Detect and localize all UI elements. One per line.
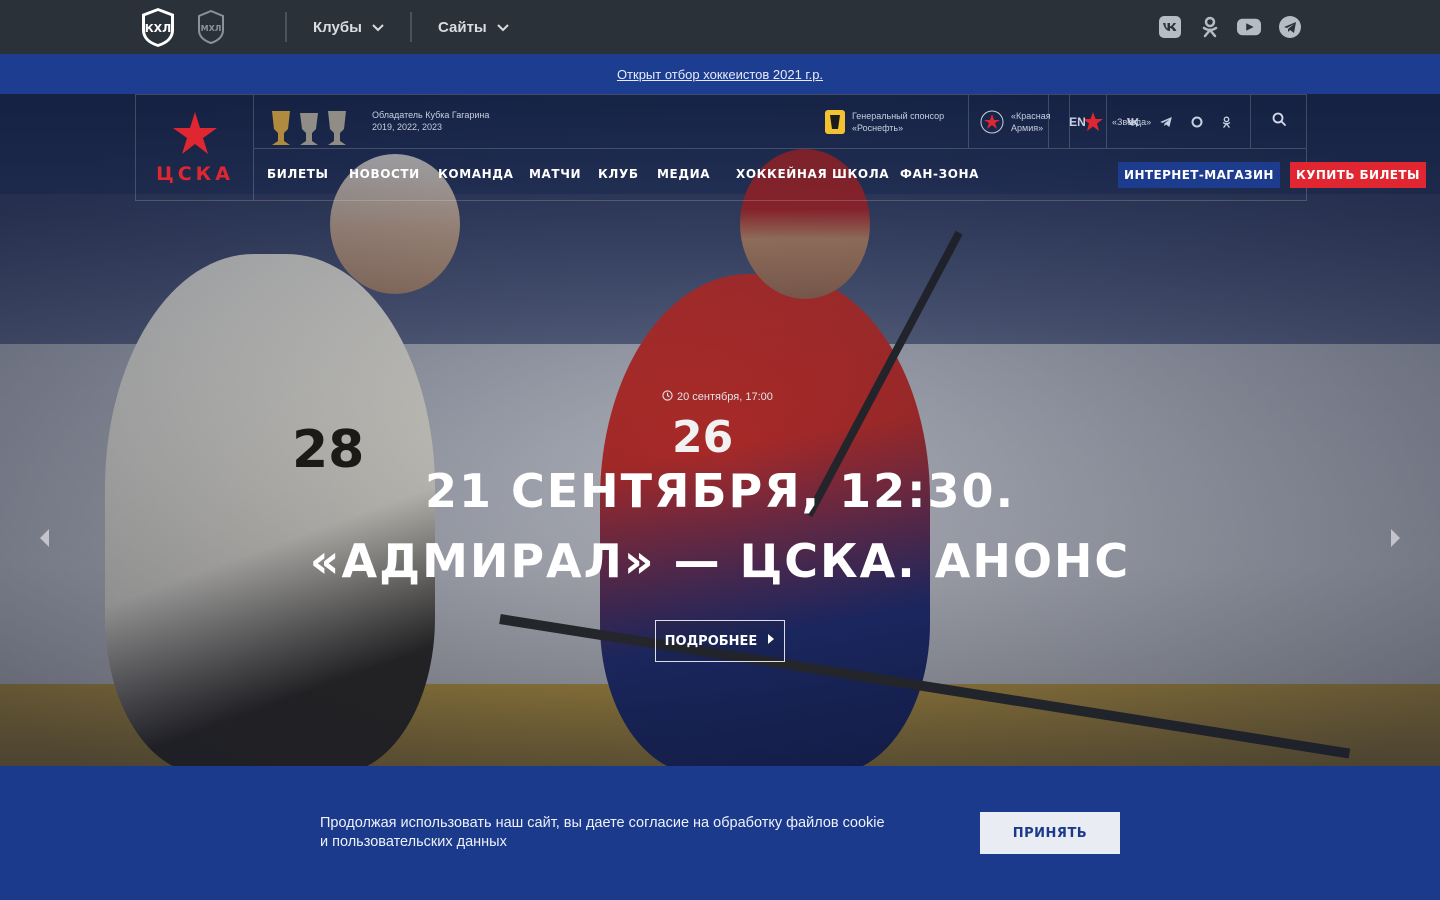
sponsor-line2: «Роснефть» xyxy=(852,122,904,133)
nav-item-club[interactable]: КЛУБ xyxy=(598,167,639,181)
cookie-banner: Продолжая использовать наш сайт, вы дает… xyxy=(0,766,1440,900)
divider xyxy=(410,12,412,42)
khl-logo-text: КХЛ xyxy=(145,22,172,35)
cup-icon xyxy=(272,111,346,145)
vk-icon[interactable] xyxy=(1158,15,1182,39)
chevron-down-icon xyxy=(497,19,509,36)
nav-item-hockey-school[interactable]: ХОККЕЙНАЯ ШКОЛА xyxy=(736,167,889,181)
language-switch[interactable]: EN xyxy=(1048,95,1106,148)
shop-button[interactable]: ИНТЕРНЕТ-МАГАЗИН xyxy=(1118,162,1280,188)
search-button[interactable] xyxy=(1250,95,1306,148)
rosneft-logo-icon xyxy=(825,109,845,134)
partner-krasnaya-armiya[interactable]: «Красная Армия» xyxy=(968,95,1061,148)
clubs-dropdown-label: Клубы xyxy=(313,18,362,36)
red-star-icon xyxy=(172,111,217,154)
clubs-dropdown[interactable]: Клубы xyxy=(313,17,384,37)
caret-right-icon xyxy=(767,633,775,649)
more-button-label: ПОДРОБНЕЕ xyxy=(664,633,758,649)
vk-icon[interactable] xyxy=(1126,117,1141,127)
header-top-row: Обладатель Кубка Гагарина 2019, 2022, 20… xyxy=(254,95,1306,149)
more-button[interactable]: ПОДРОБНЕЕ xyxy=(655,620,785,662)
main-nav: БИЛЕТЫ НОВОСТИ КОМАНДА МАТЧИ КЛУБ МЕДИА … xyxy=(254,149,1426,201)
hero-headline-line1: 21 СЕНТЯБРЯ, 12:30. xyxy=(424,464,1016,518)
cup-caption: Обладатель Кубка Гагарина 2019, 2022, 20… xyxy=(372,109,489,133)
cska-logo[interactable]: ЦСКА xyxy=(136,95,254,200)
chevron-down-icon xyxy=(372,19,384,36)
rutube-icon[interactable] xyxy=(1191,116,1203,128)
search-icon xyxy=(1272,112,1286,131)
odnoklassniki-icon[interactable] xyxy=(1198,15,1222,39)
logo-text: ЦСКА xyxy=(156,163,234,185)
league-topbar: КХЛ МХЛ Клубы Сайты xyxy=(0,0,1440,54)
divider xyxy=(285,12,287,42)
news-date-text: 20 сентября, 17:00 xyxy=(677,391,773,403)
nav-item-tickets[interactable]: БИЛЕТЫ xyxy=(267,167,329,181)
nav-item-media[interactable]: МЕДИА xyxy=(657,167,710,181)
buy-tickets-button[interactable]: КУПИТЬ БИЛЕТЫ xyxy=(1290,162,1426,188)
header-social-links xyxy=(1106,95,1250,148)
nav-item-team[interactable]: КОМАНДА xyxy=(438,167,513,181)
gagarin-cups xyxy=(268,107,352,147)
announcement-link[interactable]: Открыт отбор хоккеистов 2021 г.р. xyxy=(617,67,823,82)
telegram-icon[interactable] xyxy=(1159,116,1172,127)
slider-next-arrow[interactable] xyxy=(1384,524,1408,552)
nav-item-news[interactable]: НОВОСТИ xyxy=(349,167,420,181)
general-sponsor[interactable]: Генеральный спонсор «Роснефть» xyxy=(814,95,954,148)
krasnaya-armiya-logo-icon xyxy=(980,110,1004,133)
cookie-text: Продолжая использовать наш сайт, вы дает… xyxy=(320,814,960,852)
nav-item-matches[interactable]: МАТЧИ xyxy=(529,167,581,181)
khl-logo[interactable]: КХЛ xyxy=(137,6,179,48)
sponsor-line1: Генеральный спонсор xyxy=(852,110,945,121)
announcement-bar: Открыт отбор хоккеистов 2021 г.р. xyxy=(0,54,1440,94)
sites-dropdown[interactable]: Сайты xyxy=(438,17,509,37)
mhl-logo[interactable]: МХЛ xyxy=(196,9,226,45)
hero-headline-line2: «АДМИРАЛ» — ЦСКА. АНОНС xyxy=(309,534,1131,588)
clock-icon xyxy=(662,390,673,404)
telegram-icon[interactable] xyxy=(1278,15,1302,39)
cup-caption-title: Обладатель Кубка Гагарина xyxy=(372,110,490,120)
partner1-line2: Армия» xyxy=(1011,122,1044,133)
mhl-logo-text: МХЛ xyxy=(201,24,222,33)
cup-caption-years: 2019, 2022, 2023 xyxy=(372,122,443,132)
odnoklassniki-icon[interactable] xyxy=(1222,116,1231,128)
sites-dropdown-label: Сайты xyxy=(438,18,487,36)
cookie-text-line1: Продолжая использовать наш сайт, вы дает… xyxy=(320,815,885,831)
partner1-line1: «Красная xyxy=(1011,110,1051,121)
cookie-text-line2: и пользовательских данных xyxy=(320,834,507,850)
chevron-left-icon xyxy=(40,529,49,547)
site-header: ЦСКА Обладатель Кубка Гагарина 2019, 202… xyxy=(135,94,1426,201)
news-date: 20 сентября, 17:00 xyxy=(662,390,773,404)
accept-cookies-button[interactable]: ПРИНЯТЬ xyxy=(980,812,1120,854)
slider-prev-arrow[interactable] xyxy=(32,524,56,552)
youtube-icon[interactable] xyxy=(1237,15,1261,39)
jersey-number-right: 26 xyxy=(672,412,734,463)
chevron-right-icon xyxy=(1391,529,1400,547)
nav-item-fan-zone[interactable]: ФАН-ЗОНА xyxy=(900,167,979,181)
